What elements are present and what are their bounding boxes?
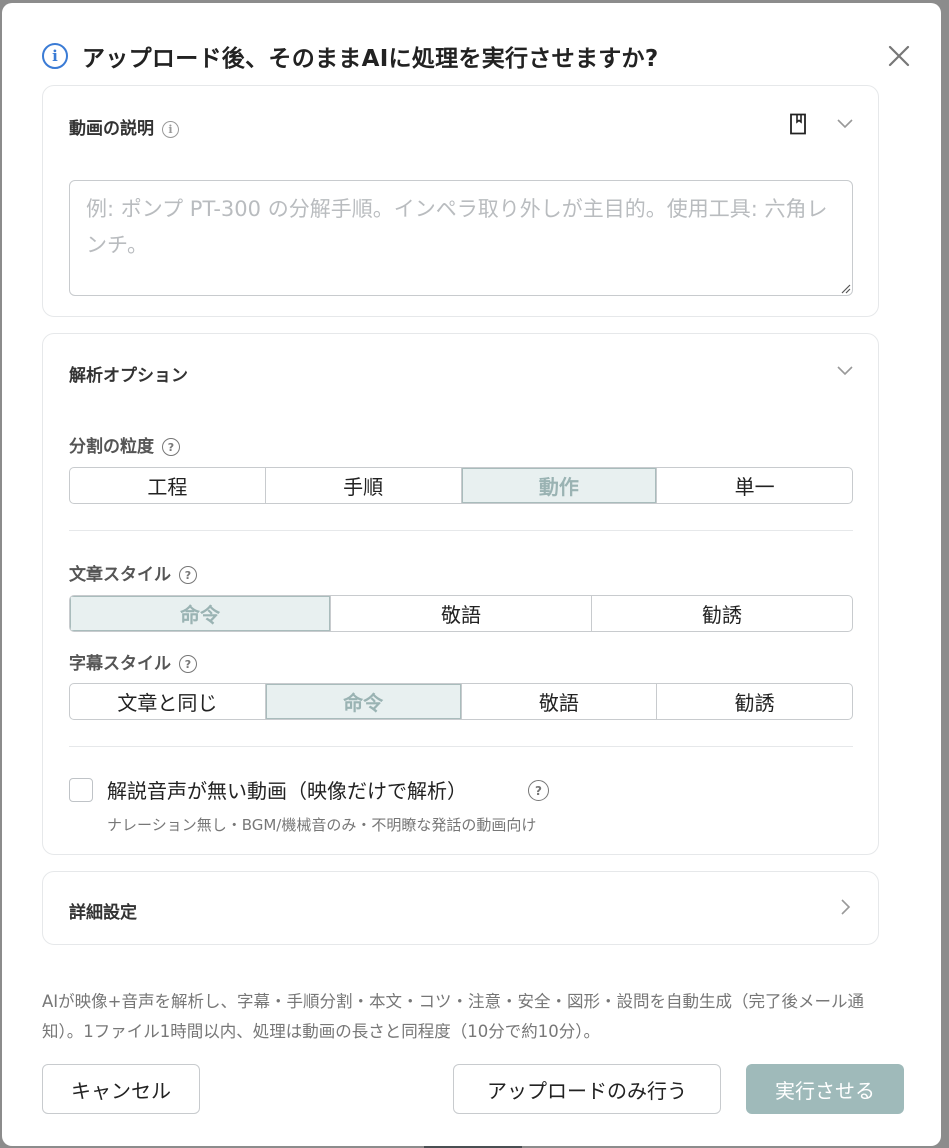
description-input[interactable]: 例: ポンプ PT-300 の分解手順。インペラ取り外しが主目的。使用工具: 六… bbox=[69, 180, 853, 296]
subtitle-style-label: 字幕スタイル? bbox=[69, 649, 197, 674]
description-title-text: 動画の説明 bbox=[69, 119, 154, 139]
subtitle-style-option-imperative[interactable]: 命令 bbox=[264, 684, 461, 719]
granularity-option-step[interactable]: 手順 bbox=[264, 468, 461, 503]
text-style-label: 文章スタイル? bbox=[69, 560, 197, 585]
divider bbox=[69, 530, 853, 531]
upload-ai-dialog: i アップロード後、そのままAIに処理を実行させますか? 動画の説明 i 例: ポ… bbox=[2, 3, 941, 1146]
help-icon[interactable]: ? bbox=[162, 438, 180, 456]
analysis-options-card: 解析オプション 分割の粒度? 工程 手順 動作 単一 文章スタイル? 命令 敬語… bbox=[42, 333, 879, 855]
divider bbox=[69, 746, 853, 747]
description-card: 動画の説明 i 例: ポンプ PT-300 の分解手順。インペラ取り外しが主目的。… bbox=[42, 85, 879, 317]
subtitle-style-option-polite[interactable]: 敬語 bbox=[460, 684, 657, 719]
dialog-title: アップロード後、そのままAIに処理を実行させますか? bbox=[82, 46, 659, 72]
chevron-down-icon[interactable] bbox=[836, 361, 854, 379]
granularity-option-process[interactable]: 工程 bbox=[70, 468, 265, 503]
close-button[interactable] bbox=[886, 43, 912, 69]
bookmark-icon[interactable] bbox=[788, 113, 808, 135]
chevron-right-icon[interactable] bbox=[836, 898, 854, 916]
chevron-down-icon[interactable] bbox=[836, 114, 854, 132]
resize-grip-icon[interactable] bbox=[841, 284, 851, 294]
subtitle-style-segmented-control: 文章と同じ 命令 敬語 勧誘 bbox=[69, 683, 853, 720]
info-circle-icon: i bbox=[42, 43, 68, 69]
run-button[interactable]: 実行させる bbox=[746, 1064, 904, 1114]
granularity-option-single[interactable]: 単一 bbox=[656, 468, 852, 503]
text-style-segmented-control: 命令 敬語 勧誘 bbox=[69, 595, 853, 632]
text-style-option-polite[interactable]: 敬語 bbox=[330, 596, 591, 631]
description-title: 動画の説明 i bbox=[69, 114, 179, 139]
subtitle-style-option-invitation[interactable]: 勧誘 bbox=[656, 684, 852, 719]
info-icon[interactable]: i bbox=[162, 120, 179, 138]
cancel-button[interactable]: キャンセル bbox=[42, 1064, 200, 1114]
text-style-label-text: 文章スタイル bbox=[69, 565, 171, 585]
subtitle-style-option-same[interactable]: 文章と同じ bbox=[70, 684, 265, 719]
granularity-option-action[interactable]: 動作 bbox=[460, 468, 657, 503]
dialog-header: i アップロード後、そのままAIに処理を実行させますか? bbox=[42, 39, 659, 73]
granularity-label: 分割の粒度? bbox=[69, 432, 180, 457]
footer-note: AIが映像+音声を解析し、字幕・手順分割・本文・コツ・注意・安全・図形・設問を自… bbox=[42, 992, 864, 1041]
advanced-settings-card[interactable]: 詳細設定 bbox=[42, 871, 879, 945]
help-icon[interactable]: ? bbox=[528, 780, 549, 801]
help-icon[interactable]: ? bbox=[179, 566, 197, 584]
text-style-option-invitation[interactable]: 勧誘 bbox=[591, 596, 852, 631]
upload-only-button[interactable]: アップロードのみ行う bbox=[453, 1064, 721, 1114]
no-narration-label[interactable]: 解説音声が無い動画（映像だけで解析） bbox=[107, 775, 467, 804]
analysis-options-title: 解析オプション bbox=[69, 366, 188, 386]
help-icon[interactable]: ? bbox=[179, 655, 197, 673]
granularity-label-text: 分割の粒度 bbox=[69, 437, 154, 457]
granularity-segmented-control: 工程 手順 動作 単一 bbox=[69, 467, 853, 504]
no-narration-sublabel: ナレーション無し・BGM/機械音のみ・不明瞭な発話の動画向け bbox=[107, 816, 537, 834]
no-narration-checkbox[interactable] bbox=[69, 778, 93, 802]
close-icon bbox=[888, 45, 910, 67]
subtitle-style-label-text: 字幕スタイル bbox=[69, 654, 171, 674]
text-style-option-imperative[interactable]: 命令 bbox=[70, 596, 330, 631]
advanced-settings-title: 詳細設定 bbox=[69, 903, 137, 923]
